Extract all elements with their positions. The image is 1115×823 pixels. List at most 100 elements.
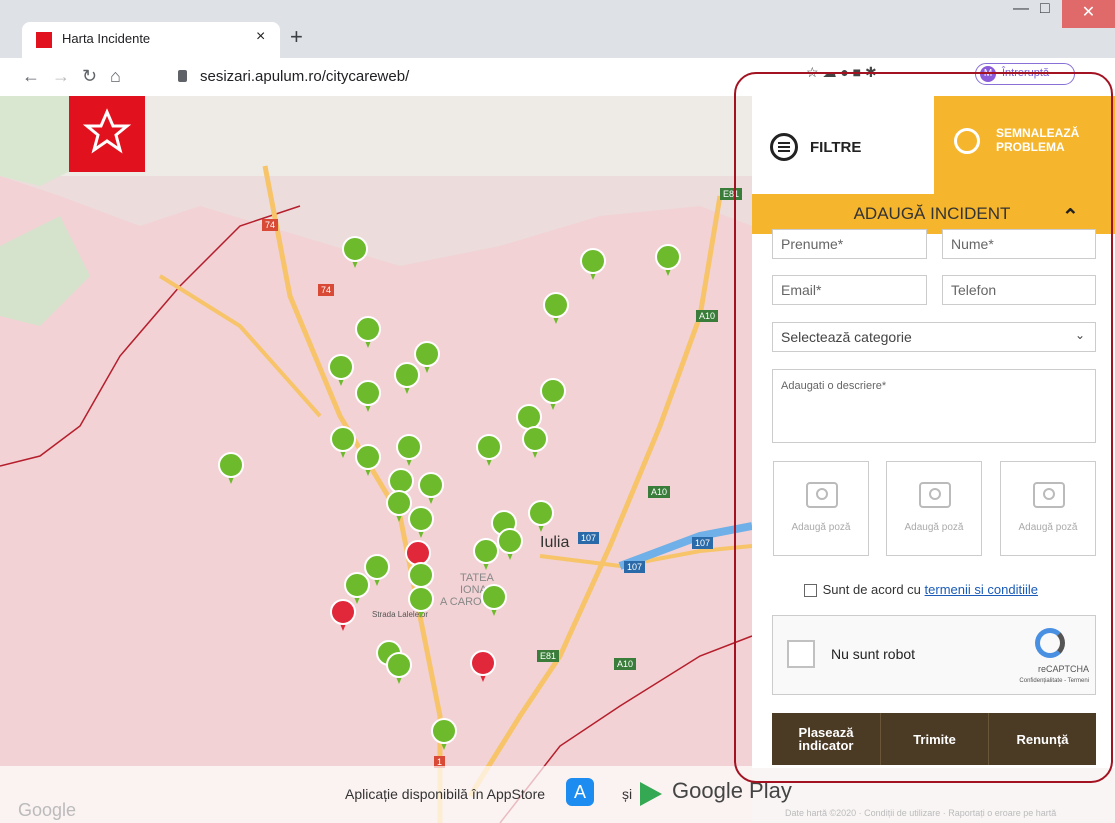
map-marker-waste[interactable] <box>408 586 434 622</box>
chevron-down-icon: ⌄ <box>1074 328 1085 342</box>
map-marker-animal[interactable] <box>355 316 381 352</box>
map-marker-traffic[interactable] <box>396 434 422 470</box>
captcha-label: Nu sunt robot <box>831 646 916 662</box>
new-tab-button[interactable]: + <box>290 24 303 50</box>
map-marker-traffic[interactable] <box>418 472 444 508</box>
add-photo-label: Adaugă poză <box>904 522 964 533</box>
map-marker-lighting[interactable] <box>543 292 569 328</box>
url-input[interactable]: sesizari.apulum.ro/citycareweb/ <box>200 68 409 85</box>
window-close-button[interactable]: ✕ <box>1062 0 1115 28</box>
tab-filters-label: FILTRE <box>810 139 862 156</box>
tab-report-problem[interactable]: SEMNALEAZĂ PROBLEMA <box>934 96 1115 194</box>
extension-icons[interactable]: ☆ ☁ ● ■ ✱ <box>806 64 877 81</box>
tab-report-label: SEMNALEAZĂ PROBLEMA <box>996 126 1080 154</box>
road-label: A10 <box>696 310 719 322</box>
place-marker-button[interactable]: Plasează indicator <box>772 713 880 765</box>
add-incident-header[interactable]: ADAUGĂ INCIDENT ⌃ <box>752 194 1115 234</box>
favicon-icon <box>36 32 52 48</box>
map-marker-waste[interactable] <box>497 528 523 564</box>
map-marker-waste[interactable] <box>580 248 606 284</box>
camera-icon <box>806 482 838 508</box>
map-marker-lighting[interactable] <box>394 362 420 398</box>
tab-filters[interactable]: FILTRE <box>752 96 934 194</box>
first-name-field[interactable]: Prenume* <box>772 229 927 259</box>
last-name-field[interactable]: Nume* <box>942 229 1096 259</box>
map-marker-reported[interactable] <box>470 650 496 686</box>
browser-tabbar: Harta Incidente × + — □ ✕ <box>0 0 1115 58</box>
recaptcha-icon <box>1035 628 1065 658</box>
captcha-checkbox[interactable] <box>787 640 815 668</box>
road-label: 74 <box>318 284 335 296</box>
road-label: 107 <box>692 537 714 549</box>
description-field[interactable]: Adaugati o descriere* <box>772 369 1096 443</box>
map-marker-animal[interactable] <box>328 354 354 390</box>
google-play-link[interactable]: Google Play <box>672 778 792 804</box>
map-marker-lighting[interactable] <box>218 452 244 488</box>
reload-icon[interactable]: ↻ <box>82 66 97 87</box>
map-marker-traffic[interactable] <box>540 378 566 414</box>
road-label: A10 <box>614 658 637 670</box>
home-icon[interactable]: ⌂ <box>110 66 121 87</box>
map-marker-waste[interactable] <box>522 426 548 462</box>
municipality-logo[interactable] <box>69 96 145 172</box>
cancel-button[interactable]: Renunță <box>989 713 1096 765</box>
maximize-icon[interactable]: □ <box>1040 0 1050 18</box>
map-marker-lighting[interactable] <box>355 444 381 480</box>
form-actions: Plasează indicator Trimite Renunță <box>772 713 1096 765</box>
captcha-links[interactable]: Confidențialitate - Termeni <box>973 678 1089 684</box>
map-footer-links[interactable]: Date hartă ©2020 · Condiții de utilizare… <box>785 808 1056 818</box>
avatar: M <box>980 66 996 82</box>
map-marker-lighting[interactable] <box>473 538 499 574</box>
map-marker-lighting[interactable] <box>342 236 368 272</box>
add-photo-button[interactable]: Adaugă poză <box>886 461 982 556</box>
tab-close-button[interactable]: × <box>256 28 265 46</box>
forward-icon[interactable]: → <box>52 66 70 87</box>
map-marker-lighting[interactable] <box>386 652 412 688</box>
minimize-icon[interactable]: — <box>1013 0 1029 18</box>
map-marker-lighting[interactable] <box>355 380 381 416</box>
terms-agreement: Sunt de acord cu termenii si conditiile <box>804 582 1038 598</box>
add-photo-button[interactable]: Adaugă poză <box>1000 461 1096 556</box>
tab-title: Harta Incidente <box>62 31 151 46</box>
back-icon[interactable]: ← <box>22 66 40 87</box>
road-label: E81 <box>537 650 560 662</box>
city-label: Iulia <box>540 534 570 551</box>
submit-button[interactable]: Trimite <box>881 713 988 765</box>
camera-icon <box>919 482 951 508</box>
phone-field[interactable]: Telefon <box>942 275 1096 305</box>
google-logo: Google <box>18 800 77 820</box>
area-label: A CARO <box>440 596 482 608</box>
road-label: E81 <box>720 188 743 200</box>
add-photo-label: Adaugă poză <box>791 522 851 533</box>
address-bar: ← → ↻ ⌂ sesizari.apulum.ro/citycareweb/ <box>0 58 1115 97</box>
app-banner-text: Aplicație disponibilă în AppStore <box>345 786 546 802</box>
map-marker-reported[interactable] <box>330 599 356 635</box>
map-marker-waste[interactable] <box>481 584 507 620</box>
category-select[interactable]: Selectează categorie ⌄ <box>772 322 1096 352</box>
profile-status: Întreruptă <box>1002 67 1050 79</box>
map-marker-traffic[interactable] <box>528 500 554 536</box>
road-label: A10 <box>648 486 671 498</box>
email-field[interactable]: Email* <box>772 275 927 305</box>
panel-tabs: FILTRE SEMNALEAZĂ PROBLEMA <box>752 96 1115 194</box>
road-label: 107 <box>624 561 646 573</box>
lock-icon <box>178 70 187 82</box>
map-marker-traffic[interactable] <box>408 506 434 542</box>
map-marker-traffic[interactable] <box>476 434 502 470</box>
appstore-icon[interactable]: A <box>566 778 594 806</box>
map-marker-lighting[interactable] <box>431 718 457 754</box>
browser-tab[interactable]: Harta Incidente × <box>22 22 280 58</box>
recaptcha-widget: Nu sunt robot reCAPTCHA Confidențialitat… <box>772 615 1096 695</box>
map-marker-traffic[interactable] <box>655 244 681 280</box>
google-play-icon[interactable] <box>640 782 662 806</box>
add-photo-button[interactable]: Adaugă poză <box>773 461 869 556</box>
report-panel: FILTRE SEMNALEAZĂ PROBLEMA ADAUGĂ INCIDE… <box>752 96 1115 768</box>
profile-button[interactable]: M Întreruptă <box>975 63 1075 85</box>
road-label: 107 <box>578 532 600 544</box>
road-label: 74 <box>262 219 279 231</box>
terms-checkbox[interactable] <box>804 584 817 598</box>
terms-link[interactable]: termenii si conditiile <box>925 582 1038 597</box>
captcha-brand: reCAPTCHA <box>1037 664 1089 674</box>
map-marker-animal[interactable] <box>330 426 356 462</box>
chevron-up-icon[interactable]: ⌃ <box>1062 204 1079 229</box>
